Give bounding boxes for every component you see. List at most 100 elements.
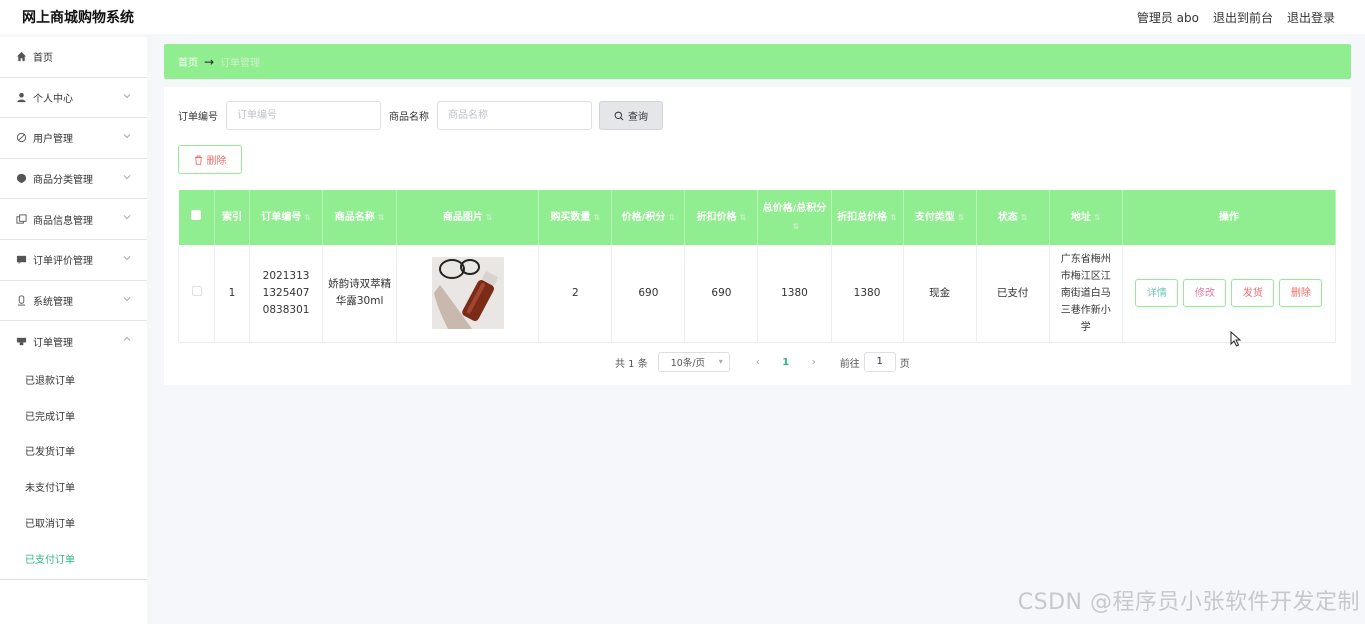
sort-icon[interactable]: ⇅ — [378, 209, 385, 227]
column-header[interactable]: 索引 — [214, 190, 251, 245]
column-header[interactable]: 状态 ⇅ — [976, 190, 1050, 245]
watermark: CSDN @程序员小张软件开发定制 — [1017, 590, 1360, 615]
cell-discount-price: 690 — [684, 245, 759, 343]
submenu-shipped[interactable]: 已发货订单 — [0, 433, 147, 469]
main-panel: 订单编号 商品名称 查询 删除 索引 订单编号⇅ 商品名称⇅ 商品图片⇅ 购买数… — [164, 87, 1351, 385]
sidebar-item-system[interactable]: 系统管理 — [0, 281, 147, 322]
chevron-down-icon — [123, 256, 131, 261]
product-name-input[interactable] — [437, 101, 592, 130]
sort-icon[interactable]: ⇅ — [486, 209, 493, 227]
category-icon — [15, 173, 27, 185]
chevron-down-icon — [123, 215, 131, 220]
trash-icon — [194, 155, 202, 165]
batch-delete-label: 删除 — [206, 156, 227, 167]
sidebar-item-label: 商品信息管理 — [33, 215, 93, 227]
batch-delete-button[interactable]: 删除 — [178, 145, 242, 174]
select-all-checkbox[interactable] — [191, 209, 202, 220]
order-table: 索引 订单编号 ⇅ 商品名称 ⇅ 商品图片 ⇅ 购买数量 ⇅ 价格/积分 ⇅ 折扣价格 ⇅ … — [177, 190, 1337, 343]
column-header[interactable]: 价格/积分 ⇅ — [611, 190, 686, 245]
search-icon — [614, 111, 624, 120]
column-header[interactable]: 支付类型 ⇅ — [903, 190, 977, 245]
sort-icon[interactable]: ⇅ — [593, 209, 600, 227]
column-header[interactable]: 折扣价格 ⇅ — [684, 190, 759, 245]
sidebar-item-order-review[interactable]: 订单评价管理 — [0, 240, 147, 281]
sort-icon[interactable]: ⇅ — [1021, 209, 1028, 227]
sidebar-item-personal-center[interactable]: 个人中心 — [0, 78, 147, 119]
sidebar-item-label: 订单评价管理 — [33, 256, 93, 268]
cell-address: 广东省梅州市梅江区江南街道白马三巷作新小学 — [1049, 245, 1123, 343]
sidebar-item-label: 系统管理 — [33, 296, 73, 308]
search-bar: 订单编号 商品名称 查询 — [178, 101, 663, 130]
column-header[interactable]: 购买数量 ⇅ — [538, 190, 613, 245]
product-image[interactable] — [431, 257, 504, 330]
cell-pay-type: 现金 — [903, 245, 977, 343]
sort-icon[interactable]: ⇅ — [793, 218, 800, 236]
submenu-cancelled[interactable]: 已取消订单 — [0, 505, 147, 541]
sort-icon[interactable]: ⇅ — [1094, 209, 1101, 227]
sort-icon[interactable]: ⇅ — [304, 209, 311, 227]
column-header[interactable]: 折扣总价格 ⇅ — [831, 190, 904, 245]
next-page-button[interactable]: › — [800, 357, 828, 368]
submenu-unpaid[interactable]: 未支付订单 — [0, 469, 147, 505]
sidebar-item-category-manage[interactable]: 商品分类管理 — [0, 159, 147, 200]
row-checkbox[interactable] — [191, 285, 202, 296]
comment-icon — [15, 254, 27, 266]
column-header[interactable]: 地址 ⇅ — [1049, 190, 1123, 245]
sort-icon[interactable]: ⇅ — [668, 209, 675, 227]
order-no-input[interactable] — [226, 101, 381, 130]
app-title: 网上商城购物系统 — [22, 10, 134, 26]
top-bar: 网上商城购物系统 管理员 abo 退出到前台 退出登录 — [0, 0, 1365, 34]
breadcrumb-home[interactable]: 首页 — [178, 54, 198, 69]
delete-row-button[interactable]: 删除 — [1279, 279, 1323, 308]
sidebar-item-product-info[interactable]: 商品信息管理 — [0, 199, 147, 240]
sort-icon[interactable]: ⇅ — [890, 209, 897, 227]
sidebar-item-label: 商品分类管理 — [33, 175, 93, 187]
sidebar: 首页 个人中心 用户管理 商品分类管理 商品信息管理 订单评价管理 系统管理 订… — [0, 37, 147, 624]
page-size-select[interactable]: 10条/页 ▾ — [657, 352, 730, 372]
column-header[interactable]: 商品图片 ⇅ — [396, 190, 540, 245]
submenu-paid[interactable]: 已支付订单 — [0, 540, 147, 576]
sidebar-item-label: 个人中心 — [33, 93, 73, 105]
column-header[interactable]: 订单编号 ⇅ — [249, 190, 324, 245]
column-header[interactable]: 总价格/总积分⇅ — [757, 190, 832, 245]
select-all-cell — [178, 190, 216, 245]
sort-icon[interactable]: ⇅ — [740, 209, 747, 227]
order-no-text: 202131313254070838301 — [262, 269, 310, 316]
submenu-completed[interactable]: 已完成订单 — [0, 397, 147, 433]
total-count: 共 1 条 — [615, 358, 648, 370]
mouse-cursor-icon — [1230, 331, 1242, 347]
address-text: 广东省梅州市梅江区江南街道白马三巷作新小学 — [1060, 253, 1111, 333]
detail-button[interactable]: 详情 — [1135, 279, 1179, 308]
prev-page-button[interactable]: ‹ — [744, 357, 772, 368]
pagination: 共 1 条 10条/页 ▾ ‹ 1 › 前往 1 页 — [615, 352, 910, 372]
sidebar-item-label: 订单管理 — [33, 337, 73, 349]
sidebar-item-label: 用户管理 — [33, 134, 73, 146]
sidebar-item-home[interactable]: 首页 — [0, 37, 147, 78]
chevron-down-icon — [123, 134, 131, 139]
sidebar-item-user-manage[interactable]: 用户管理 — [0, 118, 147, 159]
breadcrumb-arrow: → — [204, 54, 215, 69]
table-header-row: 索引 订单编号 ⇅ 商品名称 ⇅ 商品图片 ⇅ 购买数量 ⇅ 价格/积分 ⇅ 折扣价格 ⇅ … — [178, 190, 1337, 245]
cell-index: 1 — [214, 245, 251, 343]
sidebar-item-label: 首页 — [33, 53, 53, 65]
sort-icon[interactable]: ⇅ — [958, 209, 965, 227]
edit-button[interactable]: 修改 — [1183, 279, 1227, 308]
page-number-button[interactable]: 1 — [772, 357, 800, 368]
submenu-refunded[interactable]: 已退款订单 — [0, 362, 147, 398]
product-info-icon — [15, 213, 27, 225]
query-button[interactable]: 查询 — [599, 101, 663, 130]
current-user: 管理员 abo — [1136, 11, 1199, 25]
person-icon — [15, 91, 27, 103]
goto-page-input[interactable]: 1 — [863, 352, 896, 372]
sidebar-item-order-manage[interactable]: 订单管理 — [0, 321, 147, 362]
exit-to-front-link[interactable]: 退出到前台 — [1213, 9, 1273, 26]
chevron-down-icon: ▾ — [718, 357, 723, 366]
table-row: 1 202131313254070838301 娇韵诗双萃精华露30ml 2 6… — [177, 245, 1337, 343]
ship-button[interactable]: 发货 — [1231, 279, 1275, 308]
home-icon — [15, 51, 27, 63]
product-name-label: 商品名称 — [389, 112, 429, 123]
column-header[interactable]: 商品名称 ⇅ — [322, 190, 398, 245]
logout-link[interactable]: 退出登录 — [1287, 9, 1335, 26]
breadcrumb: 首页 → 订单管理 — [164, 44, 1351, 79]
cell-actions: 详情 修改 发货 删除 — [1122, 245, 1337, 343]
